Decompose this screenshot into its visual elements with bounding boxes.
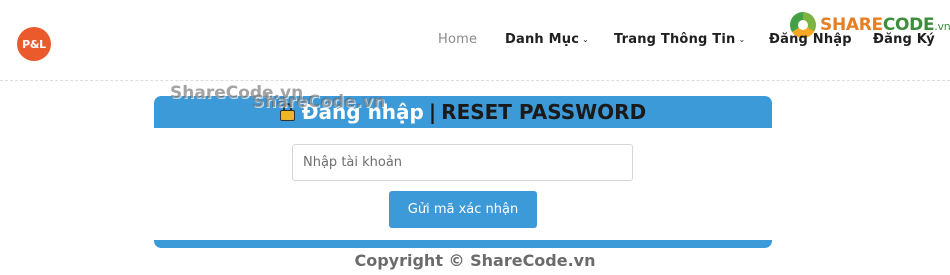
title-reset-text: RESET PASSWORD <box>441 100 647 124</box>
nav-label: Đăng Nhập <box>769 32 852 47</box>
card-footer <box>154 240 772 248</box>
nav-label: Trang Thông Tin <box>614 32 736 47</box>
copyright-text: Copyright © ShareCode.vn <box>354 251 596 270</box>
title-separator: | <box>428 100 437 124</box>
account-input[interactable] <box>292 144 633 181</box>
nav-label: Đăng Ký <box>873 32 935 47</box>
nav-item-home[interactable]: Home <box>438 32 477 47</box>
nav-item-dang-ky[interactable]: Đăng Ký <box>873 32 935 47</box>
main-menu: Home Danh Mục ⌄ Trang Thông Tin ⌄ Đăng Nhậ… <box>0 32 950 52</box>
card-body: Gửi mã xác nhận <box>154 128 772 240</box>
nav-item-danh-muc[interactable]: Danh Mục ⌄ <box>505 32 589 47</box>
send-code-button[interactable]: Gửi mã xác nhận <box>389 191 537 228</box>
top-navbar: P&L SHARECODE.vn Home Danh Mục ⌄ Trang Th… <box>0 0 950 81</box>
nav-label: Danh Mục <box>505 32 580 47</box>
watermark-text: ShareCode.vn <box>252 92 386 112</box>
chevron-down-icon: ⌄ <box>738 35 746 44</box>
nav-item-dang-nhap[interactable]: Đăng Nhập <box>769 32 852 47</box>
nav-label: Home <box>438 32 478 47</box>
chevron-down-icon: ⌄ <box>582 35 590 44</box>
nav-item-trang-thong-tin[interactable]: Trang Thông Tin ⌄ <box>614 32 745 47</box>
reset-password-card: Đăng nhập | RESET PASSWORD Gửi mã xác nh… <box>154 96 772 248</box>
